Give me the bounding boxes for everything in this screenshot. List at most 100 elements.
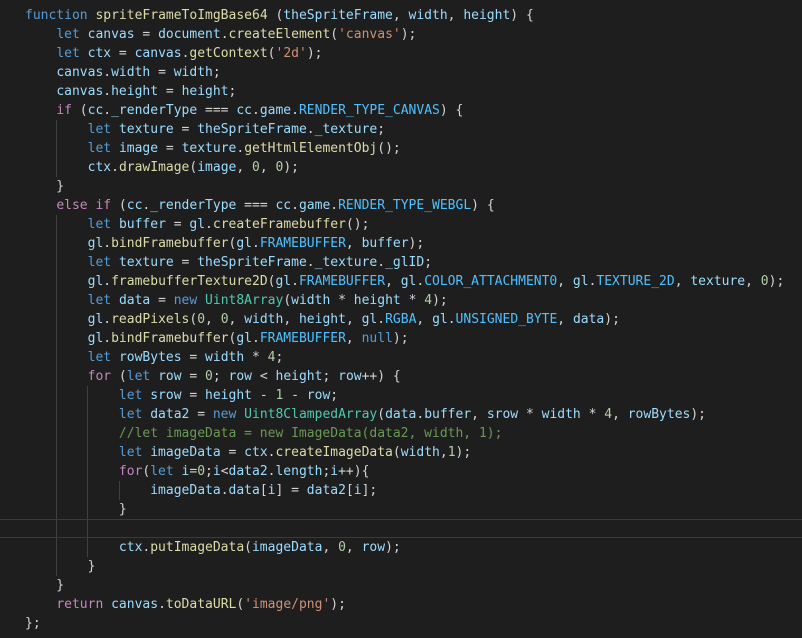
code-line[interactable]: let image = texture.getHtmlElementObj();: [0, 139, 802, 158]
code-token: _texture: [314, 255, 378, 270]
code-token: Uint8Array: [205, 293, 284, 308]
code-token: height: [205, 388, 252, 403]
code-token: let: [87, 217, 112, 232]
code-line[interactable]: let data2 = new Uint8ClampedArray(data.b…: [0, 405, 802, 424]
code-line[interactable]: let buffer = gl.createFramebuffer();: [0, 215, 802, 234]
code-token: ,: [674, 274, 691, 289]
code-token: .: [103, 84, 112, 99]
code-token: ,: [557, 274, 573, 289]
code-token: FRAMEBUFFER: [259, 236, 346, 251]
code-token: canvas: [56, 65, 104, 80]
code-token: .: [103, 103, 112, 118]
code-token: gl: [236, 236, 252, 251]
code-token: width: [111, 65, 151, 80]
code-token: ,: [612, 407, 628, 422]
code-line[interactable]: }: [0, 557, 802, 576]
code-token: =: [181, 350, 206, 365]
code-line[interactable]: if (cc._renderType === cc.game.RENDER_TY…: [0, 101, 802, 120]
code-token: data: [228, 483, 260, 498]
code-editor[interactable]: function spriteFrameToImgBase64 (theSpri…: [0, 0, 802, 638]
code-token: .: [291, 274, 299, 289]
code-token: (: [392, 445, 401, 460]
code-token: let: [87, 350, 112, 365]
code-line[interactable]: }: [0, 500, 802, 519]
code-line[interactable]: let ctx = canvas.getContext('2d');: [0, 44, 802, 63]
code-token: );: [768, 274, 785, 289]
code-area[interactable]: function spriteFrameToImgBase64 (theSpri…: [0, 6, 802, 633]
code-token: game: [259, 103, 292, 118]
code-token: ;: [330, 388, 339, 403]
code-token: .: [158, 597, 166, 612]
code-line[interactable]: };: [0, 614, 802, 633]
code-token: .: [291, 198, 299, 213]
code-token: );: [330, 597, 346, 612]
code-token: .: [236, 141, 245, 156]
code-token: ctx: [87, 46, 112, 61]
code-line[interactable]: let texture = theSpriteFrame._texture;: [0, 120, 802, 139]
code-token: (: [330, 27, 339, 42]
code-token: else: [56, 198, 88, 213]
code-line[interactable]: let rowBytes = width * 4;: [0, 348, 802, 367]
code-line[interactable]: gl.framebufferTexture2D(gl.FRAMEBUFFER, …: [0, 272, 802, 291]
code-token: =: [189, 407, 213, 422]
code-line[interactable]: ctx.putImageData(imageData, 0, row);: [0, 538, 802, 557]
code-token: cc: [236, 103, 252, 118]
code-token: ,: [471, 407, 487, 422]
code-token: spriteFrameToImgBase64: [95, 8, 268, 23]
code-token: gl: [87, 274, 104, 289]
code-line[interactable]: let texture = theSpriteFrame._texture._g…: [0, 253, 802, 272]
code-line[interactable]: gl.readPixels(0, 0, width, height, gl.RG…: [0, 310, 802, 329]
code-token: *: [330, 293, 354, 308]
code-token: [: [259, 483, 268, 498]
code-line[interactable]: canvas.width = width;: [0, 63, 802, 82]
code-line[interactable]: imageData.data[i] = data2[i];: [0, 481, 802, 500]
code-line[interactable]: let srow = height - 1 - row;: [0, 386, 802, 405]
code-line[interactable]: gl.bindFramebuffer(gl.FRAMEBUFFER, null)…: [0, 329, 802, 348]
code-token: height: [111, 84, 159, 99]
code-token: buffer: [118, 217, 166, 232]
code-token: height: [353, 293, 401, 308]
code-line[interactable]: return canvas.toDataURL('image/png');: [0, 595, 802, 614]
code-token: data: [118, 293, 151, 308]
code-line[interactable]: gl.bindFramebuffer(gl.FRAMEBUFFER, buffe…: [0, 234, 802, 253]
code-token: FRAMEBUFFER: [298, 274, 386, 289]
code-token: function: [25, 8, 88, 23]
code-token: 'canvas': [338, 27, 401, 42]
code-token: Uint8ClampedArray: [244, 407, 378, 422]
code-token: 'image/png': [244, 597, 331, 612]
code-line[interactable]: canvas.height = height;: [0, 82, 802, 101]
code-line[interactable]: for (let row = 0; row < height; row++) {: [0, 367, 802, 386]
code-token: 4: [424, 293, 433, 308]
code-token: =: [220, 445, 245, 460]
code-line[interactable]: let canvas = document.createElement('can…: [0, 25, 802, 44]
code-line[interactable]: let imageData = ctx.createImageData(widt…: [0, 443, 802, 462]
code-line[interactable]: else if (cc._renderType === cc.game.REND…: [0, 196, 802, 215]
code-token: }: [25, 559, 96, 574]
code-token: toDataURL: [165, 597, 237, 612]
code-line[interactable]: for(let i=0;i<data2.length;i++){: [0, 462, 802, 481]
code-token: UNSIGNED_BYTE: [455, 312, 558, 327]
code-line[interactable]: let data = new Uint8Array(width * height…: [0, 291, 802, 310]
code-token: 0: [197, 312, 206, 327]
code-line[interactable]: ctx.drawImage(image, 0, 0);: [0, 158, 802, 177]
code-token: cc: [87, 103, 104, 118]
code-token: .: [103, 331, 112, 346]
code-token: gl: [400, 274, 417, 289]
code-token: let: [87, 255, 112, 270]
code-line[interactable]: [0, 519, 802, 538]
code-token: .: [205, 217, 213, 232]
code-line[interactable]: }: [0, 177, 802, 196]
code-token: row: [338, 369, 362, 384]
code-token: ctx: [244, 445, 268, 460]
code-token: ;: [322, 369, 339, 384]
code-line[interactable]: function spriteFrameToImgBase64 (theSpri…: [0, 6, 802, 25]
code-line[interactable]: }: [0, 576, 802, 595]
code-token: let: [150, 464, 174, 479]
code-token: ,: [392, 8, 409, 23]
code-token: canvas: [87, 27, 135, 42]
code-line[interactable]: //let imageData = new ImageData(data2, w…: [0, 424, 802, 443]
